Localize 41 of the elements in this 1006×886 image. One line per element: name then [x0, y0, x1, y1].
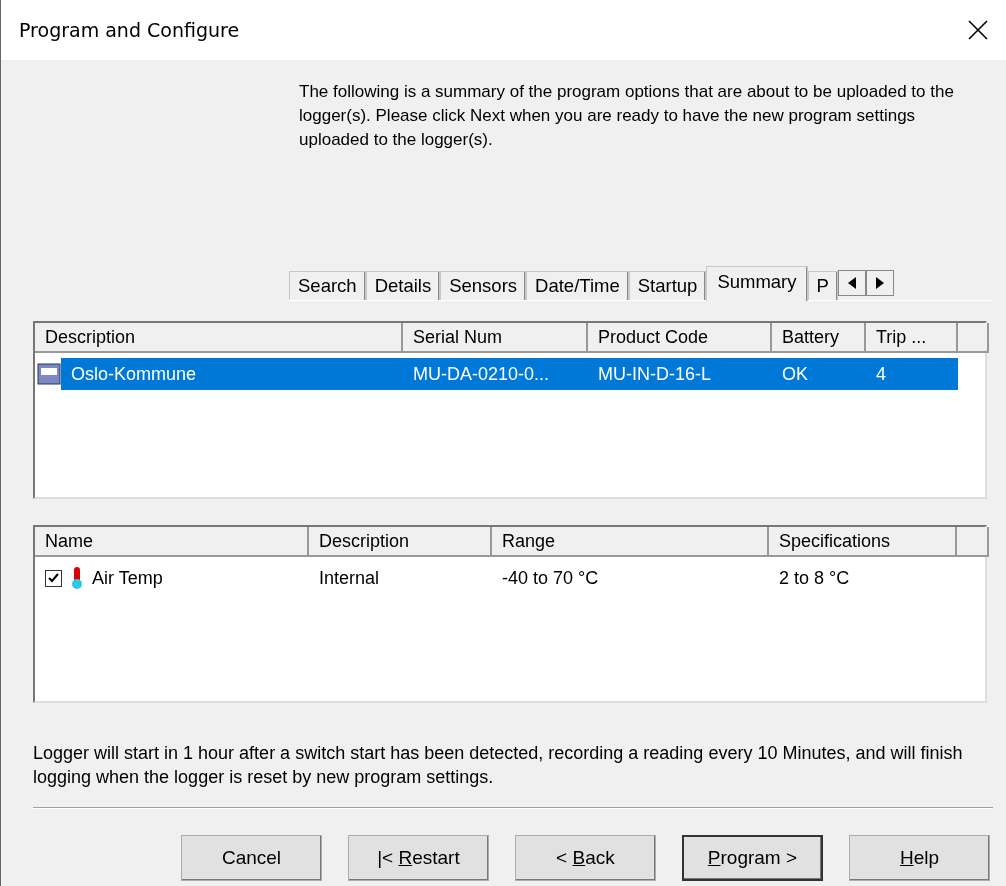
checkbox[interactable] [45, 569, 62, 587]
column-header[interactable]: Range [492, 527, 769, 557]
right-triangle-icon [875, 277, 884, 289]
table-cell-text: Internal [318, 566, 381, 590]
intro-text: The following is a summary of the program options that are about to be uploaded to the logger(s). Please click Next when you are ready to have the new program settings uploaded to the logger(s). [299, 81, 955, 151]
left-triangle-icon [847, 277, 856, 289]
tab[interactable]: Details [365, 271, 441, 300]
column-header[interactable]: Product Code [588, 323, 772, 353]
table-cell[interactable]: MU-DA-0210-0... [403, 358, 588, 390]
tab[interactable]: Search [289, 271, 366, 300]
table-cell-text: 2 to 8 °C [778, 566, 851, 590]
column-header[interactable]: Battery [772, 323, 866, 353]
column-header[interactable]: Description [309, 527, 492, 557]
table-cell[interactable]: MU-IN-D-16-L [588, 358, 772, 390]
tab[interactable]: Sensors [440, 271, 527, 300]
column-header[interactable]: Serial Num [403, 323, 588, 353]
column-header[interactable]: Name [35, 527, 309, 557]
thermometer-icon [70, 566, 84, 590]
table-cell[interactable]: OK [772, 358, 866, 390]
tab[interactable]: Date/Time [526, 271, 629, 300]
table-cell[interactable]: Oslo-Kommune [61, 358, 403, 390]
column-header[interactable]: Description [35, 323, 403, 353]
scroll-left-button[interactable] [837, 270, 866, 296]
dialog-button[interactable]: Program > [681, 835, 823, 881]
window-title: Program and Configure [19, 19, 240, 41]
logger-icon [37, 362, 61, 386]
column-header[interactable]: Specifications [769, 527, 957, 557]
table-cell[interactable]: 4 [866, 358, 958, 390]
scroll-right-button[interactable] [865, 270, 894, 296]
tab[interactable]: Startup [628, 271, 707, 300]
dialog-button[interactable]: |< Restart [347, 835, 489, 881]
summary-text: Logger will start in 1 hour after a switch start has been detected, recording a reading every 10 Minutes, and will finish logging when the logger is reset by new program settings. [33, 742, 964, 789]
tab[interactable]: Summary [706, 266, 808, 301]
table-cell: Air Temp [92, 567, 163, 589]
table-cell-text: -40 to 70 °C [501, 566, 600, 590]
column-header[interactable]: Trip ... [866, 323, 958, 353]
close-icon [968, 20, 988, 40]
dialog-button[interactable]: < Back [514, 835, 656, 881]
tab[interactable]: P [807, 271, 838, 300]
dialog-button[interactable]: Cancel [181, 835, 322, 881]
dialog-button[interactable]: Help [849, 835, 990, 881]
